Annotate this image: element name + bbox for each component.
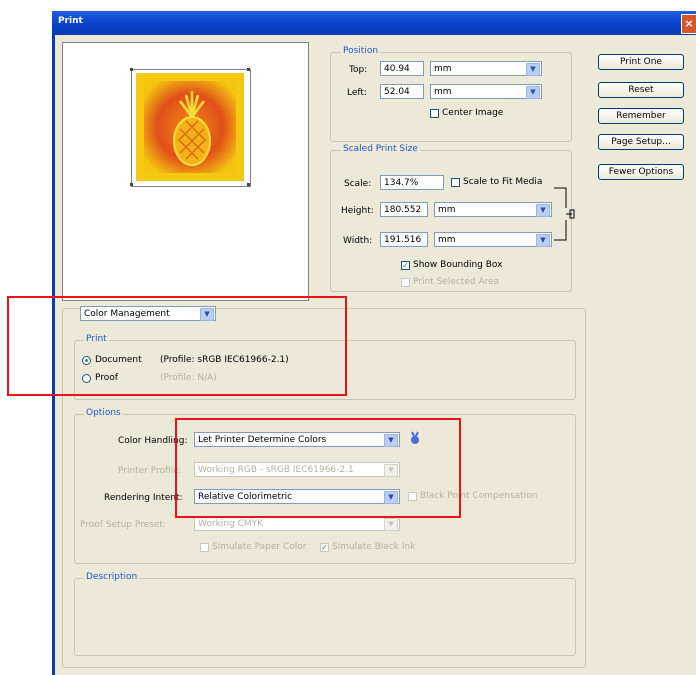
resize-handle[interactable]	[130, 68, 133, 71]
show-bounding-box-checkbox[interactable]: ✓	[401, 261, 410, 270]
print-selected-area-label: Print Selected Area	[413, 277, 500, 287]
scale-input[interactable]: 134.7%	[380, 175, 444, 190]
printer-profile-label: Printer Profile:	[118, 466, 182, 476]
options-group-label: Options	[84, 408, 123, 418]
highlight-box-options-section	[175, 418, 461, 518]
scale-to-fit-checkbox[interactable]	[451, 178, 460, 187]
close-button[interactable]: ×	[681, 14, 696, 34]
proof-setup-label: Proof Setup Preset:	[80, 520, 166, 530]
chevron-down-icon[interactable]: ▼	[526, 86, 540, 99]
proof-setup-value: Working CMYK	[198, 519, 264, 529]
height-unit-select[interactable]: mm ▼	[434, 202, 552, 217]
print-selected-area-checkbox[interactable]	[401, 278, 410, 287]
window-titlebar[interactable]: Print ×	[52, 11, 696, 35]
print-one-button[interactable]: Print One	[598, 54, 684, 70]
chain-link-icon[interactable]	[552, 186, 578, 242]
position-group-label: Position	[341, 46, 381, 56]
simulate-paper-color-checkbox[interactable]	[200, 543, 209, 552]
resize-handle[interactable]	[130, 183, 133, 186]
height-label: Height:	[341, 206, 374, 216]
simulate-black-ink-label: Simulate Black Ink	[332, 542, 416, 552]
fewer-options-button[interactable]: Fewer Options	[598, 164, 684, 180]
simulate-black-ink-checkbox[interactable]: ✓	[320, 543, 329, 552]
highlight-box-print-section	[7, 296, 347, 396]
remember-button[interactable]: Remember	[598, 108, 684, 124]
width-input[interactable]: 191.516	[380, 232, 428, 247]
top-unit-select[interactable]: mm ▼	[430, 61, 542, 76]
left-input[interactable]: 52.04	[380, 84, 424, 99]
scaled-group-label: Scaled Print Size	[341, 144, 420, 154]
chevron-down-icon[interactable]: ▼	[536, 204, 550, 217]
resize-handle[interactable]	[247, 183, 250, 186]
top-label: Top:	[349, 65, 368, 75]
left-label: Left:	[347, 88, 367, 98]
resize-handle[interactable]	[247, 68, 250, 71]
rendering-intent-label: Rendering Intent:	[104, 493, 183, 503]
pineapple-image[interactable]	[136, 73, 244, 181]
proof-setup-select[interactable]: Working CMYK ▼	[194, 516, 400, 531]
chevron-down-icon[interactable]: ▼	[384, 518, 398, 531]
chevron-down-icon[interactable]: ▼	[536, 234, 550, 247]
left-unit-select[interactable]: mm ▼	[430, 84, 542, 99]
center-image-checkbox[interactable]	[430, 109, 439, 118]
width-unit-select[interactable]: mm ▼	[434, 232, 552, 247]
page-setup-button[interactable]: Page Setup...	[598, 134, 684, 150]
top-input[interactable]: 40.94	[380, 61, 424, 76]
top-unit-value: mm	[434, 64, 452, 74]
chevron-down-icon[interactable]: ▼	[526, 63, 540, 76]
description-label: Description	[84, 572, 140, 582]
width-label: Width:	[343, 236, 373, 246]
width-unit-value: mm	[438, 235, 456, 245]
center-image-label: Center Image	[442, 108, 504, 118]
show-bounding-box-label: Show Bounding Box	[413, 260, 503, 270]
scale-label: Scale:	[344, 179, 372, 189]
description-group	[74, 578, 576, 656]
scaled-print-size-group	[330, 150, 572, 292]
reset-button[interactable]: Reset	[598, 82, 684, 98]
scale-to-fit-label: Scale to Fit Media	[463, 177, 543, 187]
height-unit-value: mm	[438, 205, 456, 215]
window-title: Print	[58, 16, 83, 26]
height-input[interactable]: 180.552	[380, 202, 428, 217]
left-unit-value: mm	[434, 87, 452, 97]
simulate-paper-color-label: Simulate Paper Color	[212, 542, 307, 552]
